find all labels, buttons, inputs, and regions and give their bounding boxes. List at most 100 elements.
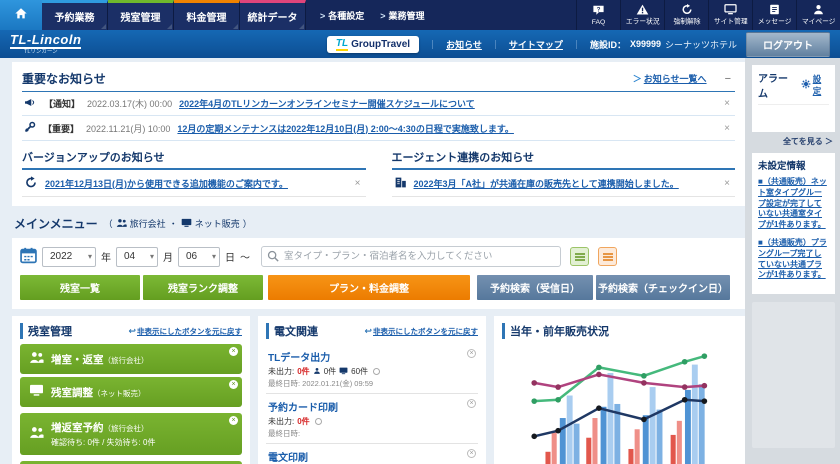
add-return-room-booking-button[interactable]: 増返室予約（旅行会社） 確認待ち: 0件 / 失効待ち: 0件 × (20, 413, 242, 455)
year-label: 年 (101, 249, 111, 264)
news-row: 2022年3月「A社」が共通在庫の販売先として連携開始しました。 × (392, 170, 736, 197)
hide-button[interactable]: × (467, 349, 476, 358)
hide-button[interactable]: × (467, 399, 476, 408)
restore-hidden-buttons-link[interactable]: ↩非表示にしたボタンを元に戻す (128, 326, 242, 337)
see-all-link[interactable]: 全てを見る ＞ (752, 132, 835, 153)
sales-panel-title: 当年・前年販売状況 (502, 323, 609, 339)
hide-button[interactable]: × (229, 380, 238, 389)
unset-info-link[interactable]: ■（共通販売）プラングループ完了していない共通プランが1件あります。 (758, 238, 829, 281)
news-link[interactable]: 12月の定期メンテナンスは2022年12月10日(月) 2:00～4:30の日程… (177, 122, 514, 135)
people-icon (29, 426, 44, 442)
button-label: 残室調整 (51, 387, 93, 399)
gear-icon (801, 79, 811, 92)
main-column: 重要なお知らせ ＞お知らせ一覧へ − 【通知】 2022.03.17(木) 00… (0, 58, 745, 464)
room-rank-adjust-button[interactable]: 残室ランク調整 (143, 275, 263, 300)
tl-data-output-link[interactable]: TLデータ出力 (268, 353, 330, 364)
link-operations[interactable]: > 業務管理 (380, 9, 424, 22)
chevron-icon: > (320, 11, 325, 21)
monitor-count: 60件 (351, 366, 368, 377)
facility-name: シーナッツホテル (665, 38, 737, 51)
booking-search-received-button[interactable]: 予約検索（受信日） (477, 275, 593, 300)
app-logo[interactable]: TL-Lincoln TLリンカーン (10, 33, 81, 56)
stat-value: 0件 (297, 416, 309, 427)
orange-list-view-toggle[interactable] (598, 247, 617, 266)
quick-link-label: 業務管理 (389, 11, 425, 21)
last-datetime: 最終日時: (268, 428, 464, 439)
add-return-room-button[interactable]: 増室・返室（旅行会社） × (20, 344, 242, 374)
sitemap-link[interactable]: サイトマップ (509, 38, 563, 51)
faq-icon: ? (592, 5, 605, 16)
telegram-print-link[interactable]: 電文印刷 (268, 453, 308, 464)
sidebar-empty-panel (752, 302, 835, 448)
month-value: 04 (124, 251, 135, 262)
facility-id-label: 施設ID： (590, 38, 626, 51)
people-icon (116, 218, 127, 230)
close-icon[interactable]: × (352, 178, 364, 189)
util-site-admin[interactable]: サイト管理 (708, 0, 752, 30)
undo-arrow-icon: ↩ (128, 326, 136, 336)
plan-rate-adjust-button[interactable]: プラン・料金調整 (268, 275, 470, 300)
grouptravel-button[interactable]: TL GroupTravel (327, 36, 419, 53)
news-datetime: 2022.03.17(木) 00:00 (87, 97, 172, 110)
news-link[interactable]: 2021年12月13日(月)から使用できる追加機能のご案内です。 (45, 177, 288, 190)
year-select[interactable]: 2022 (42, 247, 96, 267)
quick-link-label: 各種設定 (328, 11, 364, 21)
unset-info-link[interactable]: ■（共通販売）ネット室タイプグループ設定が完了していない共通室タイプが1件ありま… (758, 177, 829, 231)
hide-button[interactable]: × (467, 449, 476, 458)
monitor-icon (181, 218, 192, 230)
undo-arrow-icon: ↩ (364, 326, 372, 336)
util-label: サイト管理 (714, 16, 748, 26)
room-stock-list-button[interactable]: 残室一覧 (20, 275, 140, 300)
restore-hidden-buttons-link[interactable]: ↩非表示にしたボタンを元に戻す (364, 326, 478, 337)
notice-link[interactable]: お知らせ (446, 38, 482, 51)
reservation-card-print-link[interactable]: 予約カード印刷 (268, 403, 338, 414)
util-message[interactable]: メッセージ (752, 0, 796, 30)
tab-label: 予約業務 (55, 9, 95, 24)
news-link[interactable]: 2022年4月のTLリンカーンオンラインセミナー開催スケジュールについて (179, 97, 475, 110)
room-stock-panel: 残室管理 ↩非表示にしたボタンを元に戻す 増室・返室（旅行会社） × 残室調整（… (12, 316, 250, 464)
message-icon (769, 4, 780, 15)
sales-status-panel: 当年・前年販売状況 詳細表示 (494, 316, 745, 464)
close-icon[interactable]: × (721, 98, 733, 109)
alarm-card: アラーム 設定 (752, 65, 835, 132)
link-settings[interactable]: >各種設定 (320, 9, 364, 22)
booking-search-checkin-button[interactable]: 予約検索（チェックイン日） (596, 275, 730, 300)
tab-label: 残室管理 (121, 9, 161, 24)
util-force-unlock[interactable]: 強制解除 (664, 0, 708, 30)
refresh-status-icon[interactable] (373, 368, 380, 375)
close-icon[interactable]: × (721, 178, 733, 189)
year-value: 2022 (50, 251, 72, 262)
refresh-status-icon[interactable] (315, 418, 322, 425)
search-icon (267, 250, 279, 265)
tab-statistics[interactable]: 統計データ (240, 0, 306, 30)
util-error-status[interactable]: エラー状況 (620, 0, 664, 30)
separator: ｜ (491, 38, 500, 51)
alarm-setting-link[interactable]: 設定 (801, 73, 829, 97)
home-tab[interactable] (0, 0, 42, 30)
room-stock-adjust-button[interactable]: 残室調整（ネット販売） × (20, 377, 242, 407)
news-list-link[interactable]: ＞お知らせ一覧へ (633, 72, 707, 85)
util-mypage[interactable]: マイページ (796, 0, 840, 30)
stat-label: 未出力: (268, 366, 294, 377)
news-link[interactable]: 2022年3月「A社」が共通在庫の販売先として連携開始しました。 (414, 177, 679, 190)
chevron-icon: > (380, 11, 385, 21)
util-label: メッセージ (758, 16, 792, 26)
day-select[interactable]: 06 (178, 247, 220, 267)
hide-button[interactable]: × (229, 347, 238, 356)
month-select[interactable]: 04 (116, 247, 158, 267)
close-icon[interactable]: × (721, 123, 733, 134)
refresh-icon (681, 4, 693, 15)
tab-rate[interactable]: 料金管理 (174, 0, 240, 30)
tab-reservation[interactable]: 予約業務 (42, 0, 108, 30)
util-faq[interactable]: ? FAQ (576, 0, 620, 30)
calendar-icon (20, 247, 37, 267)
search-input[interactable] (261, 246, 561, 267)
green-list-view-toggle[interactable] (570, 247, 589, 266)
paren: （ (104, 217, 113, 230)
hide-button[interactable]: × (229, 416, 238, 425)
facility-info: 施設ID： X99999 シーナッツホテル (590, 38, 737, 51)
stats-row: 未出力: 0件 0件 60件 (268, 366, 464, 377)
logout-button[interactable]: ログアウト (746, 32, 830, 57)
collapse-button[interactable]: − (721, 73, 735, 85)
tab-room-stock[interactable]: 残室管理 (108, 0, 174, 30)
